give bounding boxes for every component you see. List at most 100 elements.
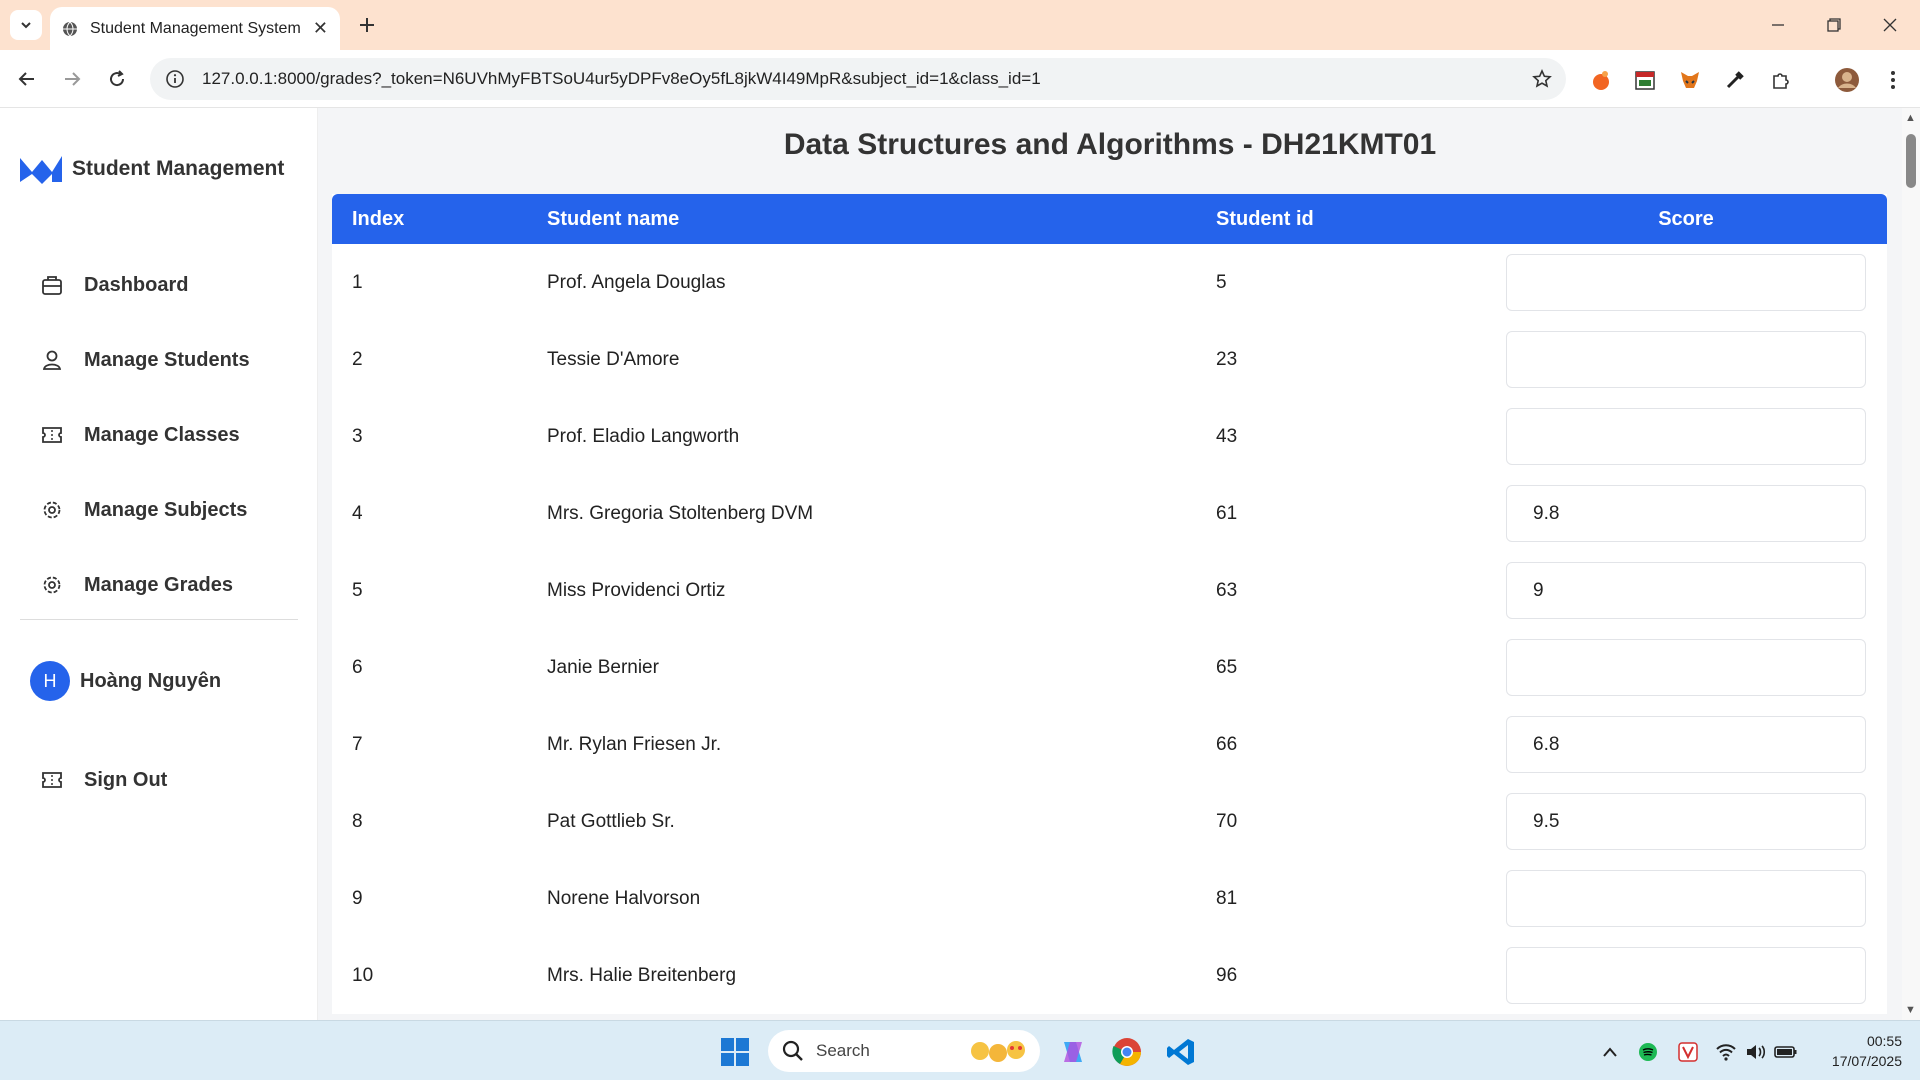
arrow-right-icon bbox=[65, 72, 81, 86]
sidebar-item-grades[interactable]: Manage Grades bbox=[40, 565, 233, 605]
table-row: 6 Janie Bernier 65 bbox=[332, 629, 1887, 706]
table-row: 8 Pat Gottlieb Sr. 70 9.5 bbox=[332, 783, 1887, 860]
copilot-icon[interactable] bbox=[1056, 1035, 1090, 1069]
chevron-down-icon bbox=[21, 22, 31, 29]
main-content: Data Structures and Algorithms - DH21KMT… bbox=[318, 108, 1902, 1020]
student-name: Pat Gottlieb Sr. bbox=[547, 811, 675, 832]
column-header-score: Score bbox=[1658, 208, 1714, 230]
globe-icon bbox=[63, 21, 77, 36]
scroll-up-arrow-icon[interactable]: ▲ bbox=[1905, 112, 1916, 124]
student-id: 63 bbox=[1216, 580, 1238, 601]
score-input[interactable] bbox=[1506, 331, 1866, 388]
score-input[interactable] bbox=[1506, 639, 1866, 696]
close-icon bbox=[1883, 18, 1897, 32]
chevron-up-icon[interactable] bbox=[1598, 1041, 1622, 1063]
restore-icon bbox=[1827, 18, 1841, 32]
wifi-icon[interactable] bbox=[1714, 1041, 1738, 1063]
taskbar-search[interactable]: Search bbox=[768, 1030, 1040, 1072]
score-input[interactable] bbox=[1506, 408, 1866, 465]
score-input[interactable]: 9 bbox=[1506, 562, 1866, 619]
student-id: 65 bbox=[1216, 657, 1238, 678]
scroll-down-arrow-icon[interactable]: ▼ bbox=[1905, 1004, 1916, 1016]
sidebar-item-subjects[interactable]: Manage Subjects bbox=[40, 490, 247, 530]
table-row: 5 Miss Providenci Ortiz 63 9 bbox=[332, 552, 1887, 629]
score-input[interactable]: 9.8 bbox=[1506, 485, 1866, 542]
profile-avatar[interactable] bbox=[1834, 67, 1860, 93]
sidebar-item-students[interactable]: Manage Students bbox=[40, 340, 250, 380]
extensions-puzzle-icon[interactable] bbox=[1768, 67, 1794, 93]
ticket-icon bbox=[40, 768, 64, 792]
sidebar-item-classes[interactable]: Manage Classes bbox=[40, 415, 240, 455]
score-input[interactable] bbox=[1506, 254, 1866, 311]
student-id: 61 bbox=[1216, 503, 1238, 524]
table-row: 7 Mr. Rylan Friesen Jr. 66 6.8 bbox=[332, 706, 1887, 783]
browser-menu-icon[interactable] bbox=[1880, 67, 1906, 93]
tab-search-button[interactable] bbox=[10, 10, 42, 40]
row-index: 7 bbox=[352, 734, 363, 755]
close-window-button[interactable] bbox=[1862, 0, 1918, 50]
clock-time: 00:55 bbox=[1866, 1033, 1902, 1049]
brand[interactable]: Student Management bbox=[18, 152, 284, 186]
sidebar-item-dashboard[interactable]: Dashboard bbox=[40, 265, 188, 305]
site-info-icon[interactable] bbox=[164, 68, 186, 90]
score-input[interactable]: 6.8 bbox=[1506, 716, 1866, 773]
eyedropper-icon[interactable] bbox=[1722, 67, 1748, 93]
new-tab-button[interactable] bbox=[353, 11, 381, 39]
sidebar: Student Management Dashboard Manage Stud… bbox=[0, 108, 318, 1020]
user-profile[interactable]: H Hoàng Nguyên bbox=[30, 661, 221, 701]
close-tab-icon[interactable]: ✕ bbox=[313, 18, 328, 39]
column-header-name: Student name bbox=[547, 208, 680, 230]
scroll-thumb[interactable] bbox=[1906, 134, 1916, 188]
restore-button[interactable] bbox=[1806, 0, 1862, 50]
extension-calendar-icon[interactable] bbox=[1632, 67, 1658, 93]
browser-tab[interactable]: Student Management System ✕ bbox=[50, 7, 340, 50]
minimize-button[interactable] bbox=[1750, 0, 1806, 50]
vivaldi-icon[interactable] bbox=[1676, 1041, 1700, 1063]
extension-orange-icon[interactable] bbox=[1588, 67, 1614, 93]
browser-tabbar: Student Management System ✕ bbox=[0, 0, 1920, 50]
student-id: 81 bbox=[1216, 888, 1238, 909]
student-name: Mrs. Gregoria Stoltenberg DVM bbox=[547, 503, 814, 524]
back-button[interactable] bbox=[12, 64, 42, 94]
student-name: Miss Providenci Ortiz bbox=[547, 580, 726, 601]
briefcase-icon bbox=[40, 273, 64, 297]
student-id: 5 bbox=[1216, 272, 1227, 293]
reload-button[interactable] bbox=[102, 64, 132, 94]
row-index: 1 bbox=[352, 272, 363, 293]
student-name: Tessie D'Amore bbox=[547, 349, 680, 370]
page-scrollbar[interactable]: ▲ ▼ bbox=[1902, 108, 1920, 1020]
row-index: 9 bbox=[352, 888, 363, 909]
row-index: 2 bbox=[352, 349, 363, 370]
battery-icon[interactable] bbox=[1774, 1041, 1798, 1063]
spotify-icon[interactable] bbox=[1636, 1041, 1660, 1063]
score-input[interactable]: 9.5 bbox=[1506, 793, 1866, 850]
user-icon bbox=[40, 348, 64, 372]
chrome-taskbar-icon[interactable] bbox=[1110, 1035, 1144, 1069]
brand-logo-icon bbox=[20, 156, 62, 184]
sidebar-item-label: Dashboard bbox=[84, 273, 189, 296]
windows-start-icon[interactable] bbox=[718, 1035, 752, 1069]
volume-icon[interactable] bbox=[1744, 1041, 1768, 1063]
taskbar-clock[interactable]: 00:55 17/07/2025 bbox=[1812, 1031, 1902, 1071]
sign-out-button[interactable]: Sign Out bbox=[40, 760, 167, 800]
forward-button[interactable] bbox=[57, 64, 87, 94]
bookmark-star-icon[interactable] bbox=[1532, 69, 1552, 89]
student-id: 23 bbox=[1216, 349, 1238, 370]
student-id: 66 bbox=[1216, 734, 1238, 755]
sign-out-label: Sign Out bbox=[84, 768, 168, 791]
score-input[interactable] bbox=[1506, 870, 1866, 927]
search-icon bbox=[782, 1040, 803, 1061]
ticket-icon bbox=[40, 423, 64, 447]
column-header-student-id: Student id bbox=[1216, 208, 1314, 230]
table-row: 9 Norene Halvorson 81 bbox=[332, 860, 1887, 937]
row-index: 8 bbox=[352, 811, 363, 832]
address-bar[interactable]: 127.0.0.1:8000/grades?_token=N6UVhMyFBTS… bbox=[150, 58, 1566, 100]
vscode-icon[interactable] bbox=[1164, 1035, 1198, 1069]
sidebar-item-label: Manage Classes bbox=[84, 423, 240, 446]
minimize-icon bbox=[1772, 24, 1784, 26]
student-id: 43 bbox=[1216, 426, 1238, 447]
arrow-left-icon bbox=[18, 72, 34, 86]
metamask-fox-icon[interactable] bbox=[1677, 67, 1703, 93]
windows-taskbar: Search 00:55 17/07/2025 bbox=[0, 1020, 1920, 1080]
score-input[interactable] bbox=[1506, 947, 1866, 1004]
